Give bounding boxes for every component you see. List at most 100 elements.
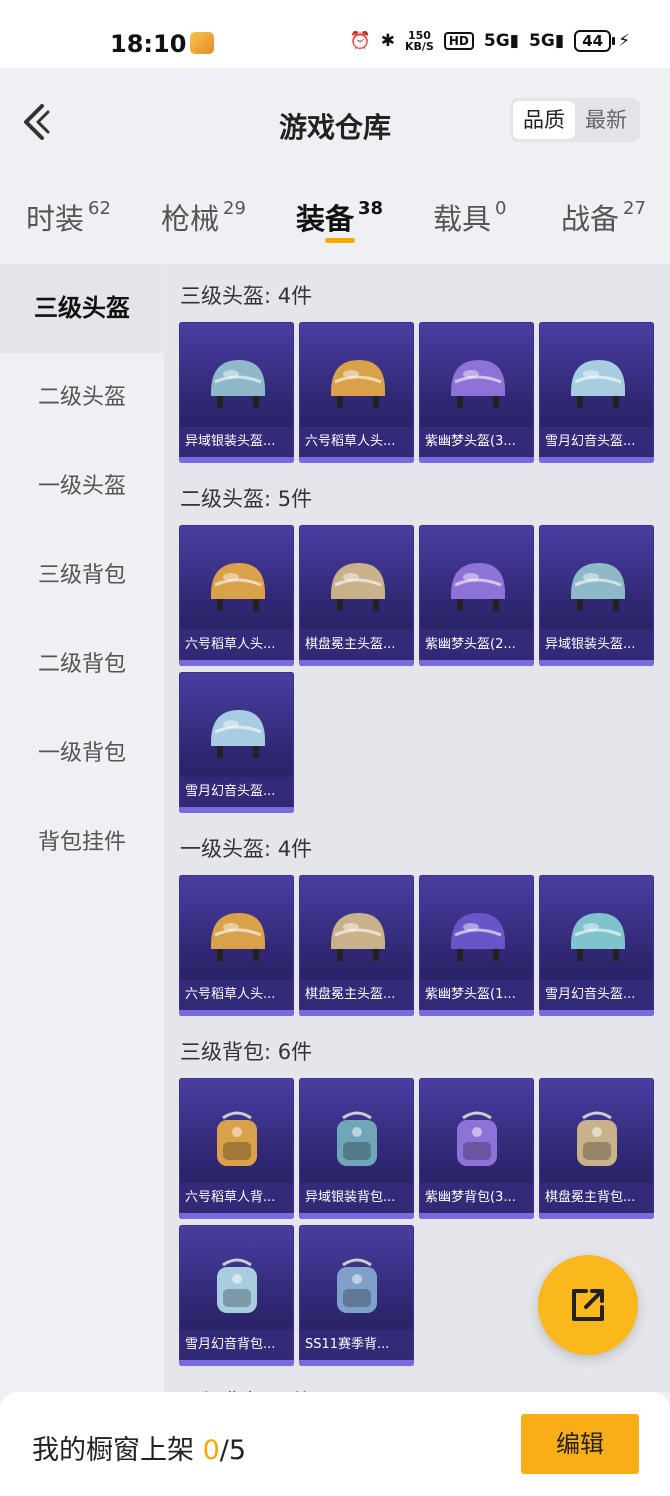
rarity-bar [299, 660, 414, 666]
rarity-bar [299, 1213, 414, 1219]
signal-label-1: 5G [483, 31, 510, 51]
item-card[interactable]: 紫幽梦头盔(1... [419, 875, 534, 1016]
backpack-purple-icon [456, 1111, 497, 1166]
rarity-bar [539, 457, 654, 463]
item-card[interactable]: 雪月幻音头盔... [179, 672, 294, 813]
helmet-silver-icon [570, 563, 625, 611]
edit-button[interactable]: 编辑 [521, 1414, 639, 1474]
app-notification-icon [190, 32, 214, 54]
category-sidebar: 三级头盔 二级头盔 一级头盔 三级背包 二级背包 一级背包 背包挂件 [0, 264, 164, 1392]
helmet-purple-icon [450, 360, 505, 408]
rarity-bar [299, 1360, 414, 1366]
net-speed: 150 KB/S [405, 30, 434, 52]
item-card[interactable]: 棋盘冕主头盔... [299, 525, 414, 666]
sidebar-item-backpack-charm[interactable]: 背包挂件 [0, 798, 164, 887]
sidebar-item-helmet-lv3[interactable]: 三级头盔 [0, 264, 164, 353]
signal-5g-icon-2: 5G▮ [529, 31, 565, 51]
helmet-silver-icon [210, 360, 265, 408]
tab-count: 38 [358, 198, 384, 219]
sort-quality-button[interactable]: 品质 [513, 101, 575, 139]
rarity-bar [179, 1360, 294, 1366]
helmet-scarecrow-icon [210, 913, 265, 961]
status-bar: 18:10 ⏰ ✱ 150 KB/S HD 5G▮ 5G▮ 44 ⚡ [0, 0, 670, 68]
tab-count: 29 [223, 198, 246, 219]
item-name: 紫幽梦头盔(3... [419, 427, 534, 457]
tab-equipment[interactable]: 装备 38 [296, 196, 383, 238]
backpack-silver-icon [336, 1111, 377, 1166]
item-name: 六号稻草人头... [179, 630, 294, 660]
backpack-scarecrow-icon [216, 1111, 257, 1166]
item-card[interactable]: 棋盘冕主背包... [539, 1078, 654, 1219]
rarity-bar [419, 1213, 534, 1219]
item-card[interactable]: 紫幽梦背包(3... [419, 1078, 534, 1219]
status-icons: ⏰ ✱ 150 KB/S HD 5G▮ 5G▮ 44 ⚡ [350, 30, 630, 52]
helmet-chess-icon [330, 913, 385, 961]
rarity-bar [419, 1010, 534, 1016]
item-name: 异域银装头盔... [179, 427, 294, 457]
tab-label: 装备 [296, 202, 355, 236]
item-card[interactable]: 雪月幻音头盔... [539, 322, 654, 463]
item-name: 六号稻草人头... [179, 980, 294, 1010]
item-card[interactable]: 棋盘冕主头盔... [299, 875, 414, 1016]
item-card[interactable]: 异域银装头盔... [539, 525, 654, 666]
item-name: 棋盘冕主背包... [539, 1183, 654, 1213]
tab-guns[interactable]: 枪械 29 [161, 196, 246, 238]
battery-level: 44 [574, 30, 612, 52]
section-title: 一级头盔: 4件 [180, 837, 313, 861]
share-button[interactable] [538, 1255, 638, 1355]
tab-label: 载具 [433, 202, 492, 236]
sidebar-item-helmet-lv1[interactable]: 一级头盔 [0, 442, 164, 531]
item-card[interactable]: 雪月幻音头盔... [539, 875, 654, 1016]
charging-icon: ⚡ [618, 31, 630, 51]
rarity-bar [179, 1213, 294, 1219]
showcase-status: 我的橱窗上架 0/5 [32, 1428, 246, 1467]
section-title: 三级头盔: 4件 [180, 284, 313, 308]
item-card[interactable]: 六号稻草人头... [299, 322, 414, 463]
sidebar-item-backpack-lv2[interactable]: 二级背包 [0, 620, 164, 709]
battery-icon: 44 ⚡ [574, 30, 630, 52]
sort-newest-button[interactable]: 最新 [575, 101, 637, 139]
helmet-purple-icon [450, 563, 505, 611]
item-card[interactable]: 六号稻草人头... [179, 525, 294, 666]
item-grid: 三级头盔: 4件 异域银装头盔... 六号稻草人头... 紫幽梦头盔(3... 雪月幻音… [164, 264, 670, 1392]
item-name: 紫幽梦头盔(2... [419, 630, 534, 660]
tab-vehicles[interactable]: 载具 0 [433, 196, 506, 238]
tab-supplies[interactable]: 战备 27 [561, 196, 646, 238]
tab-active-indicator [325, 238, 355, 243]
item-card[interactable]: 六号稻草人背... [179, 1078, 294, 1219]
item-card[interactable]: 异域银装头盔... [179, 322, 294, 463]
helmet-chess-icon [330, 563, 385, 611]
helmet-snow-icon [570, 913, 625, 961]
rarity-bar [179, 457, 294, 463]
tab-fashion[interactable]: 时装 62 [26, 196, 111, 238]
item-name: 雪月幻音头盔... [539, 427, 654, 457]
backpack-ss11-icon [336, 1258, 377, 1313]
item-name: 紫幽梦头盔(1... [419, 980, 534, 1010]
item-card[interactable]: 六号稻草人头... [179, 875, 294, 1016]
rarity-bar [299, 1010, 414, 1016]
item-card[interactable]: 紫幽梦头盔(2... [419, 525, 534, 666]
helmet-scarecrow-icon [210, 563, 265, 611]
sidebar-item-backpack-lv3[interactable]: 三级背包 [0, 531, 164, 620]
tab-count: 0 [495, 198, 507, 219]
rarity-bar [179, 660, 294, 666]
showcase-label: 我的橱窗上架 [32, 1435, 194, 1466]
item-card[interactable]: 雪月幻音背包... [179, 1225, 294, 1366]
item-name: 雪月幻音头盔... [179, 777, 294, 807]
bluetooth-icon: ✱ [380, 31, 395, 51]
sidebar-item-backpack-lv1[interactable]: 一级背包 [0, 709, 164, 798]
item-name: 异域银装背包... [299, 1183, 414, 1213]
item-card[interactable]: 异域银装背包... [299, 1078, 414, 1219]
helmet-snow-icon [210, 710, 265, 758]
sort-toggle: 品质 最新 [510, 98, 640, 142]
item-name: 六号稻草人背... [179, 1183, 294, 1213]
rarity-bar [299, 457, 414, 463]
item-card[interactable]: SS11赛季背... [299, 1225, 414, 1366]
item-name: 棋盘冕主头盔... [299, 630, 414, 660]
rarity-bar [419, 660, 534, 666]
item-name: 六号稻草人头... [299, 427, 414, 457]
rarity-bar [539, 660, 654, 666]
item-card[interactable]: 紫幽梦头盔(3... [419, 322, 534, 463]
sidebar-item-helmet-lv2[interactable]: 二级头盔 [0, 353, 164, 442]
item-name: 紫幽梦背包(3... [419, 1183, 534, 1213]
